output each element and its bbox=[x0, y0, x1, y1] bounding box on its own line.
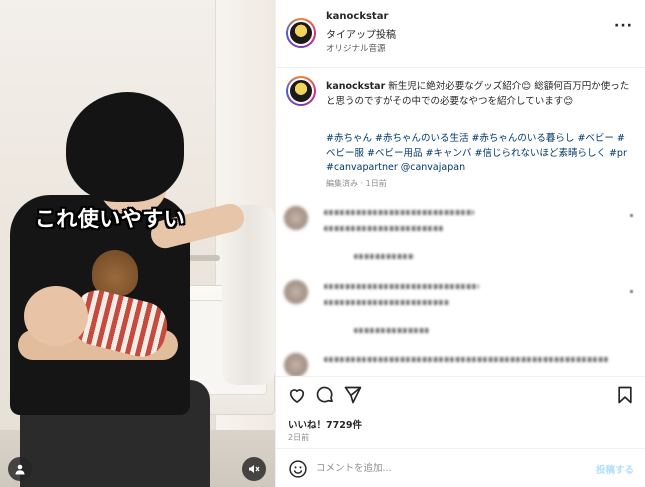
bookmark-icon[interactable] bbox=[614, 384, 636, 406]
baby-head bbox=[24, 286, 88, 346]
caption-hashtags[interactable]: #赤ちゃん #赤ちゃんのいる生活 #赤ちゃんのいる暮らし #ベビー #ベビー服 … bbox=[326, 132, 631, 176]
post-header: kanockstar タイアップ投稿 オリジナル音源 ··· bbox=[276, 0, 645, 68]
heart-icon[interactable] bbox=[286, 384, 308, 406]
comments-section[interactable]: kanockstar 新生児に絶対必要なグッズ紹介😊 総額何百万円か使ったと思う… bbox=[276, 68, 645, 376]
caption-meta: 編集済み · 1日前 bbox=[326, 179, 387, 188]
likes-count[interactable]: いいね！7729件 bbox=[288, 417, 362, 431]
blurred-text bbox=[354, 328, 429, 333]
list-item bbox=[284, 206, 633, 266]
header-username[interactable]: kanockstar bbox=[326, 11, 388, 22]
smiley-icon[interactable] bbox=[288, 459, 308, 479]
person-icon[interactable] bbox=[8, 457, 32, 481]
comment-composer: 投稿する bbox=[276, 448, 645, 487]
blurred-like bbox=[630, 214, 633, 217]
blurred-avatar bbox=[284, 353, 308, 376]
video-caption-overlay: これ使いやすい bbox=[34, 207, 186, 231]
comment-input[interactable] bbox=[316, 457, 566, 479]
ellipsis-icon[interactable]: ··· bbox=[614, 18, 633, 34]
post-age[interactable]: 2日前 bbox=[288, 432, 309, 443]
paid-partnership-label[interactable]: タイアップ投稿 bbox=[326, 26, 396, 41]
blurred-text bbox=[324, 226, 444, 231]
list-item bbox=[284, 353, 629, 376]
blurred-avatar bbox=[284, 206, 308, 230]
post-details-panel: kanockstar タイアップ投稿 オリジナル音源 ··· kanocksta… bbox=[275, 0, 645, 487]
post-actions: いいね！7729件 2日前 bbox=[276, 376, 645, 448]
caption-avatar[interactable] bbox=[286, 76, 316, 106]
shirt-print bbox=[92, 250, 138, 296]
person-hair bbox=[66, 92, 184, 202]
blurred-avatar bbox=[284, 280, 308, 304]
paper-plane-icon[interactable] bbox=[342, 384, 364, 406]
comment-bubble-icon[interactable] bbox=[314, 384, 336, 406]
list-item bbox=[284, 280, 633, 350]
blurred-text bbox=[354, 254, 414, 259]
caption-username[interactable]: kanockstar bbox=[326, 81, 385, 92]
blurred-like bbox=[630, 290, 633, 293]
original-audio-link[interactable]: オリジナル音源 bbox=[326, 42, 386, 54]
blurred-text bbox=[324, 300, 449, 305]
post-media[interactable]: これ使いやすい bbox=[0, 0, 275, 487]
avatar[interactable] bbox=[286, 18, 316, 48]
post-comment-button[interactable]: 投稿する bbox=[596, 462, 634, 476]
blurred-text bbox=[324, 284, 479, 289]
muted-speaker-icon[interactable] bbox=[242, 457, 266, 481]
blurred-text bbox=[324, 210, 474, 215]
blurred-text bbox=[324, 357, 609, 362]
post-caption: kanockstar 新生児に絶対必要なグッズ紹介😊 総額何百万円か使ったと思う… bbox=[326, 80, 631, 109]
